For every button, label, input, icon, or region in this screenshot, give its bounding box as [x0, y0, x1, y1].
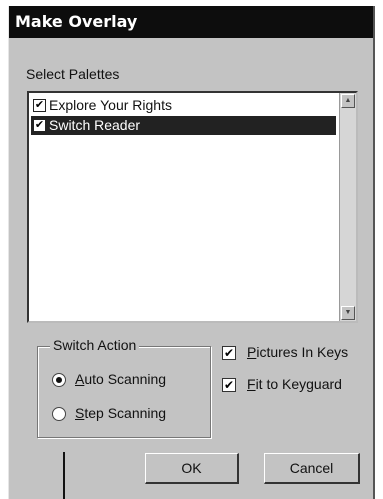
check-icon[interactable]: ✔: [33, 99, 46, 112]
palette-item-explore-your-rights[interactable]: ✔ Explore Your Rights: [31, 96, 172, 115]
accel-key: A: [75, 371, 85, 387]
fit-to-keyguard-checkbox[interactable]: ✔ Fit to Keyguard: [222, 374, 342, 394]
make-overlay-dialog: Make Overlay Select Palettes ✔ Explore Y…: [8, 6, 375, 499]
accel-key: P: [247, 344, 257, 360]
checkbox-label: it to Keyguard: [255, 376, 342, 392]
radio-label: uto Scanning: [84, 371, 167, 387]
dialog-title: Make Overlay: [9, 6, 373, 38]
vertical-scrollbar[interactable]: ▲ ▼: [339, 93, 356, 321]
switch-action-legend: Switch Action: [50, 337, 140, 353]
checkbox-label: ictures In Keys: [256, 344, 349, 360]
accel-key: S: [75, 405, 85, 421]
pictures-in-keys-checkbox[interactable]: ✔ Pictures In Keys: [222, 342, 348, 362]
palette-listbox[interactable]: ✔ Explore Your Rights ✔ Switch Reader ▲ …: [27, 91, 358, 323]
palette-item-switch-reader[interactable]: ✔ Switch Reader: [31, 116, 336, 135]
accel-key: F: [247, 376, 256, 392]
select-palettes-label: Select Palettes: [26, 66, 120, 82]
check-icon[interactable]: ✔: [222, 346, 236, 361]
auto-scanning-radio[interactable]: Auto Scanning: [52, 369, 166, 389]
switch-action-group: Switch Action Auto Scanning Step Scannin…: [37, 337, 211, 438]
radio-selected-icon[interactable]: [52, 373, 66, 388]
scroll-up-icon[interactable]: ▲: [341, 94, 355, 108]
ok-button[interactable]: OK: [145, 453, 239, 484]
scroll-down-icon[interactable]: ▼: [341, 306, 355, 320]
text-cursor-icon: [63, 452, 65, 499]
check-icon[interactable]: ✔: [33, 119, 46, 132]
radio-label: tep Scanning: [84, 405, 167, 421]
radio-unselected-icon[interactable]: [52, 407, 66, 422]
check-icon[interactable]: ✔: [222, 378, 236, 393]
step-scanning-radio[interactable]: Step Scanning: [52, 403, 166, 423]
palette-item-label: Explore Your Rights: [49, 97, 172, 113]
cancel-button[interactable]: Cancel: [264, 453, 360, 484]
palette-item-label: Switch Reader: [49, 117, 141, 133]
